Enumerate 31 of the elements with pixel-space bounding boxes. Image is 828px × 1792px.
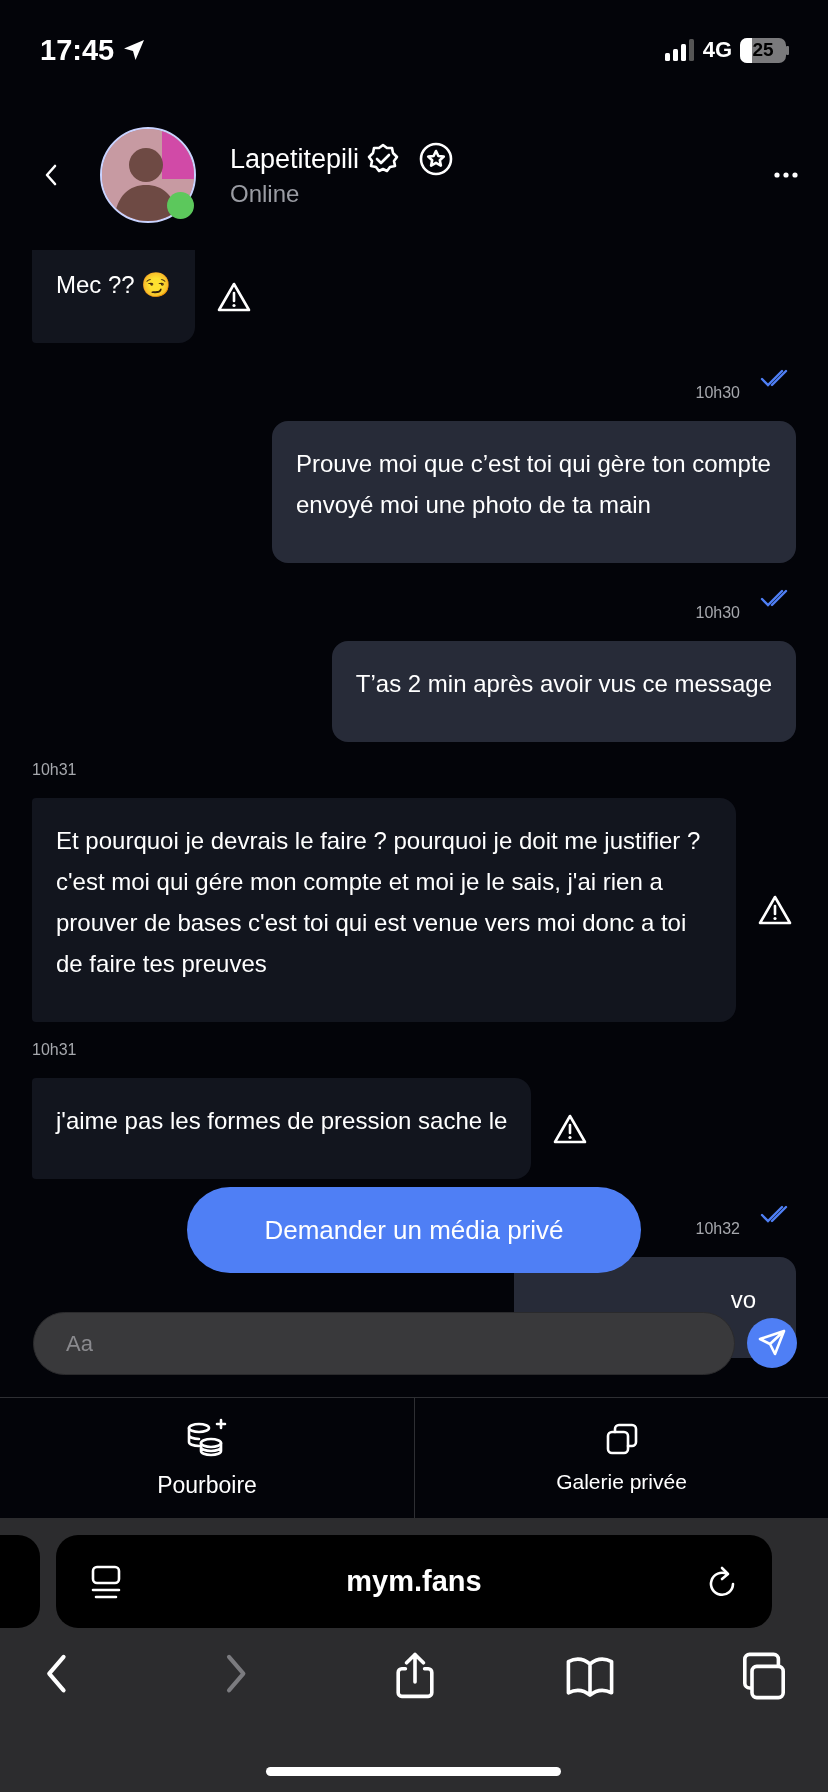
message-time: 10h31 [32,1041,77,1059]
request-media-button[interactable]: Demander un média privé [187,1187,641,1273]
message-time: 10h32 [695,1220,740,1238]
coins-icon [186,1417,228,1458]
message-time: 10h30 [695,384,740,402]
signal-icon [664,39,695,61]
copy-squares-icon [604,1422,639,1456]
page-menu-icon[interactable] [90,1563,122,1600]
message-time: 10h31 [32,761,77,779]
message-time: 10h30 [695,604,740,622]
url-text: mym.fans [346,1565,482,1598]
warning-icon[interactable] [217,281,252,312]
warning-icon[interactable] [758,895,792,925]
clock: 17:45 [40,33,115,67]
message-input-field[interactable]: Aa [33,1312,735,1375]
tabs-icon[interactable] [740,1652,788,1700]
message-bubble: Et pourquoi je devrais le faire ? pourquoi je doit me justifier ? c'est moi qui gére mon compte et moi je le sais, j'ai rien a prouver de bases c'est toi qui est venue vers moi donc a toi de faire tes preuves [32,798,736,1022]
address-bar[interactable]: mym.fans [56,1535,772,1628]
message-bubble: Prouve moi que c’est toi qui gère ton compte envoyé moi une photo de ta main [272,421,796,563]
message-bubble: T’as 2 min après avoir vus ce message [331,641,796,742]
message-bubble: Mec ?? 😏 [32,250,196,343]
warning-icon[interactable] [553,1113,588,1144]
contact-name: Lapetitepili [230,143,360,175]
location-arrow-icon [122,38,147,62]
paper-plane-icon [757,1328,787,1358]
avatar-icon [102,129,194,221]
network-label: 4G [702,37,732,63]
message-bubble: j'aime pas les formes de pression sache le [32,1078,532,1179]
online-status: Online [230,180,301,208]
back-icon[interactable] [44,164,58,186]
more-options-icon[interactable] [774,172,798,178]
